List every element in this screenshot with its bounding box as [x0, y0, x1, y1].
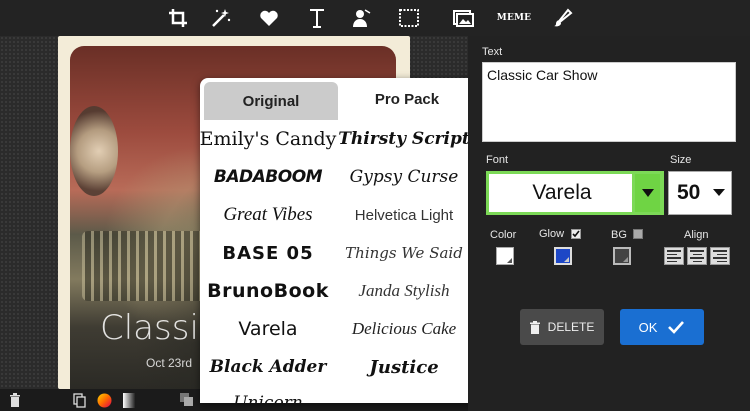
heart-icon[interactable] — [256, 6, 282, 30]
ok-button[interactable]: OK — [620, 309, 704, 345]
bg-label: BG — [611, 229, 627, 241]
size-select[interactable]: 50 — [668, 171, 732, 215]
align-right-button[interactable] — [710, 247, 730, 265]
text-label: Text — [482, 46, 503, 58]
photo-icon[interactable] — [450, 6, 476, 30]
font-option-varela[interactable]: Varela — [200, 310, 336, 348]
size-select-value: 50 — [677, 181, 701, 204]
font-option-brunobook[interactable]: BrunoBook — [200, 272, 336, 310]
font-option-delicious-cake[interactable]: Delicious Cake — [336, 310, 472, 348]
font-picker-panel: Original Pro Pack Emily's Candy BADABOOM… — [200, 78, 486, 403]
tab-original[interactable]: Original — [204, 82, 338, 120]
canvas-subtitle-text[interactable]: Oct 23rd — [146, 356, 192, 370]
align-center-button[interactable] — [687, 247, 707, 265]
font-option-great-vibes[interactable]: Great Vibes — [200, 196, 336, 234]
stamp-icon[interactable] — [348, 6, 374, 30]
font-option-gypsy-curse[interactable]: Gypsy Curse — [336, 158, 472, 196]
trash-icon[interactable] — [6, 391, 24, 409]
trash-icon — [529, 320, 540, 334]
swatch-corner-icon — [623, 257, 628, 262]
font-option-thirsty-script[interactable]: Thirsty Script — [336, 120, 472, 158]
font-label: Font — [486, 154, 509, 166]
font-option-justice[interactable]: Justice — [336, 348, 472, 386]
color-wheel-icon[interactable] — [95, 391, 113, 409]
layers-icon[interactable] — [178, 391, 196, 409]
editor-root: MEME Classic Oct 23rd Original Pro Pack … — [0, 0, 750, 411]
text-color-swatch[interactable] — [496, 247, 514, 265]
font-option-badaboom[interactable]: BADABOOM — [200, 158, 336, 196]
font-list: Emily's Candy BADABOOM Great Vibes BASE … — [200, 120, 472, 403]
font-option-janda-stylish[interactable]: Janda Stylish — [336, 272, 472, 310]
glow-label: Glow — [539, 228, 565, 240]
size-label: Size — [670, 154, 692, 166]
font-option-base-05[interactable]: BASE 05 — [200, 234, 336, 272]
magic-wand-icon[interactable] — [208, 6, 234, 30]
glow-color-swatch[interactable] — [554, 247, 572, 265]
text-input[interactable]: Classic Car Show — [482, 62, 736, 142]
tab-pro-pack[interactable]: Pro Pack — [340, 78, 474, 120]
top-toolbar: MEME — [0, 0, 750, 36]
font-dropdown-arrow-icon[interactable] — [632, 171, 663, 215]
swatch-corner-icon — [564, 257, 569, 262]
text-properties-panel: Text Classic Car Show Font Size Varela 5… — [468, 36, 750, 411]
font-option-emilys-candy[interactable]: Emily's Candy — [200, 120, 336, 158]
ok-button-label: OK — [638, 319, 658, 335]
meme-icon[interactable]: MEME — [496, 6, 532, 30]
crop-icon[interactable] — [165, 6, 191, 30]
text-icon[interactable] — [304, 6, 330, 30]
frame-icon[interactable] — [396, 6, 422, 30]
color-label: Color — [490, 229, 517, 241]
bg-checkbox[interactable] — [633, 229, 643, 239]
font-option-black-adder[interactable]: Black Adder — [200, 348, 336, 386]
delete-button-label: DELETE — [547, 320, 595, 334]
swatch-corner-icon — [507, 258, 512, 263]
delete-button[interactable]: DELETE — [520, 309, 604, 345]
font-option-helvetica-light[interactable]: Helvetica Light — [336, 196, 472, 234]
font-select-value: Varela — [532, 181, 592, 204]
copy-icon[interactable] — [70, 391, 88, 409]
bg-color-swatch[interactable] — [613, 247, 631, 265]
meme-label: MEME — [496, 13, 532, 23]
font-option-things-we-said[interactable]: Things We Said — [336, 234, 472, 272]
gradient-icon[interactable] — [120, 391, 138, 409]
chevron-down-icon — [713, 189, 725, 196]
font-option-unicorn[interactable]: Unicorn — [200, 384, 336, 403]
align-label: Align — [684, 229, 709, 241]
checkmark-icon — [668, 321, 685, 334]
brush-icon[interactable] — [550, 6, 576, 30]
headlight — [70, 106, 118, 196]
align-left-button[interactable] — [664, 247, 684, 265]
glow-checkbox[interactable] — [571, 229, 581, 239]
